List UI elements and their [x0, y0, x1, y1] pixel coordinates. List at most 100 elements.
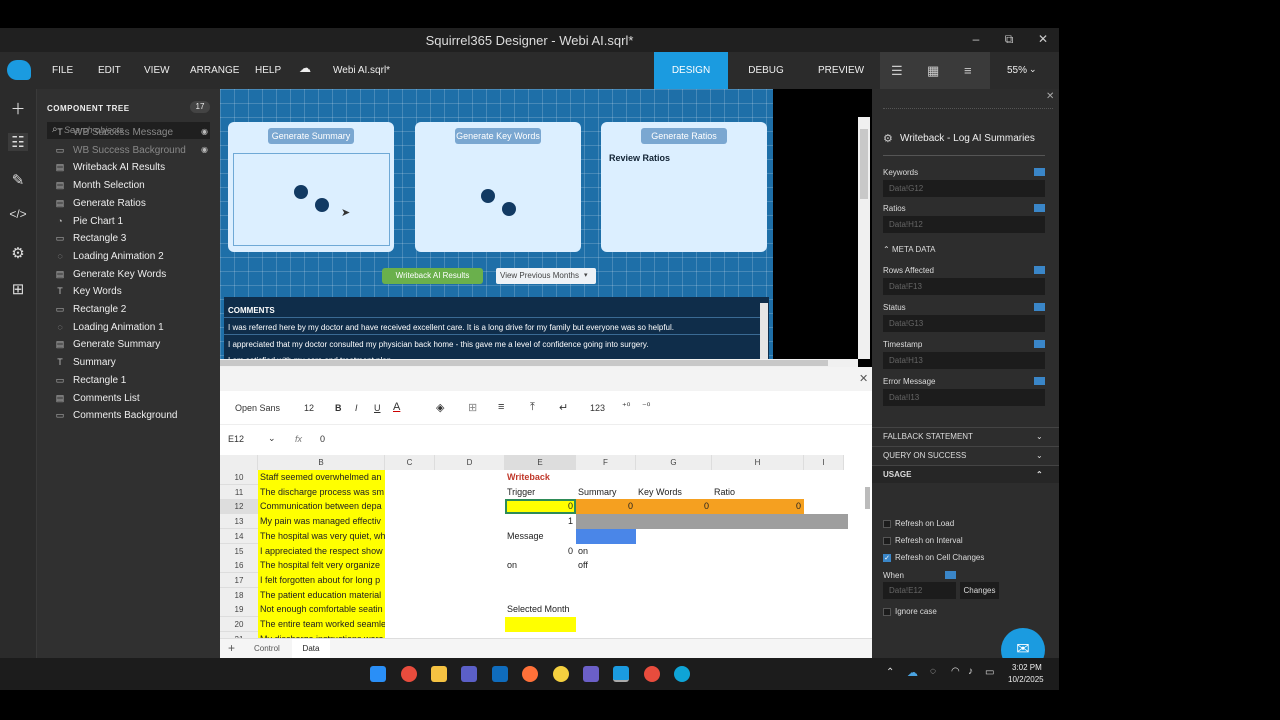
sheet-grid[interactable]: B C D E F G H I 10 Staff seemed overwhelmed an 11 T… — [220, 455, 872, 653]
cell-reference[interactable]: E12 — [228, 434, 244, 444]
refresh-cell-checkbox[interactable]: ✓ — [883, 554, 891, 562]
cell-b[interactable]: The hospital felt very organize — [258, 558, 385, 574]
tree-item[interactable]: T WB Success Message ◉ — [55, 124, 208, 140]
scroll-thumb[interactable] — [860, 129, 868, 199]
decimal-increase-icon[interactable]: ⁺⁰ — [622, 401, 630, 412]
tray-expand-icon[interactable]: ⌃ — [886, 667, 894, 678]
cell-e-20[interactable] — [505, 617, 576, 632]
edge-icon[interactable] — [674, 666, 690, 682]
cell-b[interactable]: The entire team worked seamle — [258, 617, 385, 632]
tree-item[interactable]: ▭ WB Success Background ◉ — [55, 142, 208, 158]
cell-link-icon[interactable] — [1034, 340, 1045, 348]
cell-e-15[interactable]: 0 — [505, 544, 576, 559]
tree-item[interactable]: ◔ Pie Chart 1 — [55, 213, 123, 229]
tab-debug[interactable]: DEBUG — [729, 52, 803, 89]
app-icon[interactable] — [583, 666, 599, 682]
outlook-icon[interactable] — [492, 666, 508, 682]
column-header[interactable]: I — [804, 455, 844, 470]
generate-ratios-button[interactable]: Generate Ratios — [641, 128, 727, 144]
row-header[interactable]: 20 — [220, 617, 258, 632]
when-field[interactable]: Data!E12 — [883, 582, 956, 599]
norton-icon[interactable] — [553, 666, 569, 682]
fallback-statement-section[interactable]: FALLBACK STATEMENT ⌄ — [872, 427, 1059, 445]
tree-item[interactable]: ▤ Month Selection — [55, 177, 145, 193]
cell-e-10[interactable]: Writeback — [505, 470, 576, 485]
fill-color-icon[interactable]: ◈ — [436, 401, 444, 414]
tree-item[interactable]: ▭ Comments Background — [55, 407, 178, 423]
underline-button[interactable]: U — [374, 403, 381, 413]
component-tree-icon[interactable]: ☷ — [8, 133, 28, 151]
font-size-select[interactable]: 12 — [304, 403, 314, 413]
tree-item[interactable]: ▤ Writeback AI Results — [55, 159, 165, 175]
cell-b[interactable]: I felt forgotten about for long p — [258, 572, 385, 588]
menu-view[interactable]: VIEW — [144, 65, 170, 76]
refresh-interval-checkbox[interactable] — [883, 537, 891, 545]
decimal-decrease-icon[interactable]: ⁻⁰ — [642, 401, 650, 412]
summary-selection-box[interactable] — [233, 153, 390, 246]
timestamp-field[interactable]: Data!H13 — [883, 352, 1045, 369]
tab-data[interactable]: Data — [292, 639, 330, 658]
tree-item[interactable]: ▤ Generate Ratios — [55, 195, 146, 211]
battery-icon[interactable]: ▭ — [985, 667, 994, 678]
cell-b[interactable]: My pain was managed effectiv — [258, 514, 385, 530]
chat-support-icon[interactable]: ✉ — [1001, 628, 1045, 658]
query-on-success-section[interactable]: QUERY ON SUCCESS ⌄ — [872, 446, 1059, 464]
font-select[interactable]: Open Sans — [235, 403, 280, 413]
status-field[interactable]: Data!G13 — [883, 315, 1045, 332]
cell-g-12[interactable]: 0 — [636, 499, 712, 515]
grid-vertical-scrollbar[interactable] — [865, 487, 870, 509]
close-panel-icon[interactable]: ✕ — [1046, 91, 1054, 102]
close-button[interactable]: ✕ — [1033, 32, 1053, 46]
cell-b[interactable]: Not enough comfortable seatin — [258, 602, 385, 618]
previous-months-dropdown[interactable]: View Previous Months ▾ — [496, 268, 596, 284]
brush-icon[interactable]: ✎ — [8, 171, 28, 189]
menu-help[interactable]: HELP — [255, 65, 281, 76]
scroll-thumb[interactable] — [220, 360, 828, 366]
tab-control[interactable]: Control — [254, 644, 280, 653]
bold-button[interactable]: B — [335, 403, 342, 413]
align-icon[interactable]: ≡ — [498, 401, 504, 413]
cell-h-11[interactable]: Ratio — [712, 485, 804, 500]
cloud-sync-icon[interactable]: ☁ — [299, 61, 311, 75]
cell-link-icon[interactable] — [1034, 377, 1045, 385]
add-icon[interactable]: ＋ — [8, 98, 28, 119]
cell-f-16[interactable]: off — [576, 558, 636, 573]
cell-b[interactable]: The discharge process was sm — [258, 484, 385, 500]
cell-b[interactable]: Staff seemed overwhelmed an — [258, 470, 385, 485]
tree-item[interactable]: T Summary — [55, 354, 116, 370]
onedrive-icon[interactable]: ☁ — [907, 666, 918, 679]
tab-preview[interactable]: PREVIEW — [804, 52, 878, 89]
keywords-card[interactable]: Generate Key Words — [415, 122, 581, 252]
menu-file[interactable]: FILE — [52, 65, 73, 76]
column-header[interactable]: B — [258, 455, 385, 470]
cell-e-14[interactable]: Message — [505, 529, 576, 544]
column-header[interactable]: D — [435, 455, 505, 470]
design-canvas[interactable]: Generate Summary ➤ Generate Key Words Ge… — [220, 89, 872, 367]
formula-input[interactable]: 0 — [320, 434, 325, 444]
teams-icon[interactable] — [461, 666, 477, 682]
volume-icon[interactable]: ♪ — [968, 666, 973, 677]
generate-summary-button[interactable]: Generate Summary — [268, 128, 354, 144]
row-header[interactable]: 14 — [220, 528, 258, 544]
file-explorer-icon[interactable] — [431, 666, 447, 682]
tree-item[interactable]: ▤ Comments List — [55, 390, 140, 406]
cell-b[interactable]: The patient education material — [258, 587, 385, 603]
visibility-icon[interactable]: ◉ — [201, 124, 208, 140]
column-header[interactable]: G — [636, 455, 712, 470]
cell-f-12[interactable]: 0 — [576, 499, 636, 515]
cell-e-11[interactable]: Trigger — [505, 485, 576, 500]
chevron-down-icon[interactable]: ⌄ — [268, 433, 276, 444]
cell-e-16[interactable]: on — [505, 558, 576, 573]
tree-item[interactable]: ▭ Rectangle 2 — [55, 301, 127, 317]
meta-data-header[interactable]: ⌃ META DATA — [883, 245, 936, 254]
row-header[interactable]: 17 — [220, 572, 258, 588]
firefox-icon[interactable] — [522, 666, 538, 682]
refresh-load-checkbox[interactable] — [883, 520, 891, 528]
tree-item[interactable]: ◌ Loading Animation 2 — [55, 248, 163, 264]
tree-item[interactable]: ▭ Rectangle 1 — [55, 372, 127, 388]
chrome-profile-icon[interactable] — [644, 666, 660, 682]
canvas-vertical-scrollbar[interactable] — [858, 117, 870, 359]
cell-link-icon[interactable] — [1034, 168, 1045, 176]
cell-e-19[interactable]: Selected Month — [505, 602, 576, 617]
menu-arrange[interactable]: ARRANGE — [190, 65, 239, 76]
